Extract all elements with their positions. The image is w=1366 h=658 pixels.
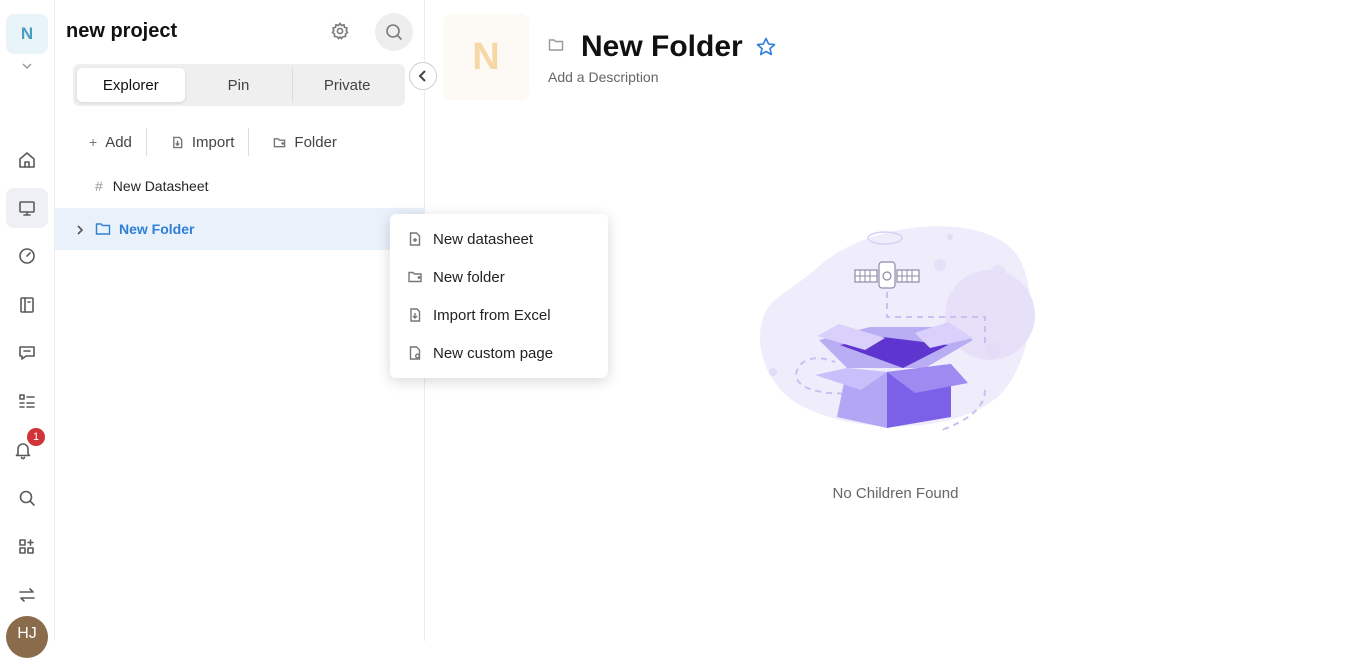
switch-icon[interactable] [6,575,48,615]
explorer-actions: + Add Import Folder [75,126,351,158]
datasheet-icon: # [95,178,103,194]
add-label: Add [105,133,132,151]
tasks-icon[interactable] [6,381,48,421]
notification-badge: 1 [27,428,45,446]
home-icon[interactable] [6,140,48,180]
tab-private[interactable]: Private [293,68,401,102]
new-folder-icon [274,137,286,147]
explorer-tabs: Explorer Pin Private [73,64,405,106]
apps-icon[interactable] [6,527,48,567]
project-title: new project [66,20,178,42]
left-rail: N 1 HJ [0,0,55,658]
folder-cover[interactable]: N [443,14,529,100]
search-icon[interactable] [6,478,48,518]
chat-icon[interactable] [6,333,48,373]
tree-node-folder[interactable]: New Folder [55,208,425,250]
tab-pin[interactable]: Pin [185,68,293,102]
datasheet-label: New Datasheet [112,178,209,194]
menu-item-label: New datasheet [433,230,534,248]
workspace-avatar[interactable]: N [6,14,48,54]
empty-state-text: No Children Found [832,485,959,502]
tree-node-datasheet[interactable]: # New Datasheet [55,165,425,207]
folder-label: Folder [294,133,337,151]
chevron-right-icon[interactable] [75,223,85,235]
chevron-left-icon [418,70,426,82]
import-excel-icon [410,308,421,322]
folder-icon [95,222,111,236]
import-icon [172,136,183,148]
tab-explorer[interactable]: Explorer [77,68,185,102]
templates-icon[interactable] [6,285,48,325]
gear-icon[interactable] [325,16,355,46]
dashboard-icon[interactable] [6,236,48,276]
folder-button[interactable]: Folder [249,134,351,151]
user-avatar[interactable]: HJ [6,616,48,658]
page-title[interactable]: New Folder [581,30,743,64]
chevron-down-icon[interactable] [17,58,37,74]
new-datasheet-icon [409,232,421,246]
import-button[interactable]: Import [147,134,249,151]
empty-box-illustration [760,226,1035,431]
context-menu: New datasheet New folder Import from Exc… [390,214,608,378]
star-icon[interactable] [755,36,777,58]
folder-label: New Folder [119,221,195,237]
add-button[interactable]: + Add [75,134,146,151]
new-folder-icon [408,271,422,283]
menu-item-new-datasheet[interactable]: New datasheet [390,220,608,258]
import-label: Import [191,133,235,151]
description-field[interactable]: Add a Description [548,69,659,85]
menu-item-import-excel[interactable]: Import from Excel [390,296,608,334]
workbench-icon[interactable] [6,188,48,228]
search-button[interactable] [375,13,413,51]
menu-item-label: Import from Excel [433,306,551,324]
custom-page-icon [409,346,421,360]
plus-icon: + [89,134,98,150]
search-icon [386,24,403,41]
folder-icon [548,38,564,52]
menu-item-label: New custom page [433,344,554,362]
explorer-panel: new project Explorer Pin Private + Add I… [55,0,425,641]
menu-item-new-custom-page[interactable]: New custom page [390,334,608,372]
menu-item-new-folder[interactable]: New folder [390,258,608,296]
collapse-panel-button[interactable] [409,62,437,90]
menu-item-label: New folder [433,268,505,286]
